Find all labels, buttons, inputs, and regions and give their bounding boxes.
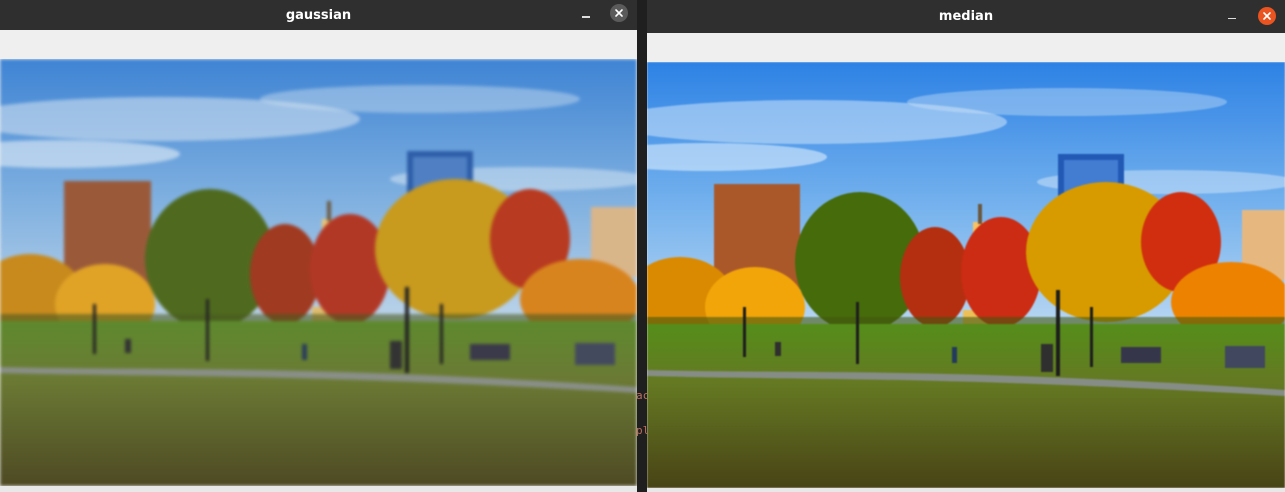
- background-terminal-text: pl: [636, 424, 647, 437]
- image-display[interactable]: [647, 62, 1285, 488]
- window-gap: [637, 0, 647, 492]
- close-button[interactable]: [1258, 7, 1276, 25]
- park-scene-image: [647, 62, 1285, 488]
- minimize-button[interactable]: [576, 0, 596, 30]
- median-window[interactable]: median: [647, 0, 1285, 492]
- toolbar: [0, 30, 637, 59]
- toolbar: [647, 33, 1285, 62]
- window-title: median: [938, 9, 994, 24]
- background-terminal-text: ac: [636, 389, 647, 402]
- status-strip: [647, 488, 1285, 492]
- minimize-icon: [1228, 17, 1236, 20]
- titlebar[interactable]: median: [647, 0, 1285, 33]
- image-display[interactable]: [0, 59, 637, 486]
- gaussian-window[interactable]: gaussian: [0, 0, 637, 492]
- window-title: gaussian: [285, 7, 352, 23]
- park-scene-image: [0, 59, 637, 486]
- close-icon: [615, 9, 623, 17]
- close-icon: [1263, 12, 1271, 20]
- status-strip: [0, 486, 637, 492]
- desktop: ac pl gaussian median: [0, 0, 1285, 492]
- minimize-button[interactable]: [1222, 0, 1242, 33]
- titlebar[interactable]: gaussian: [0, 0, 637, 30]
- close-button[interactable]: [610, 4, 628, 22]
- minimize-icon: [582, 16, 590, 18]
